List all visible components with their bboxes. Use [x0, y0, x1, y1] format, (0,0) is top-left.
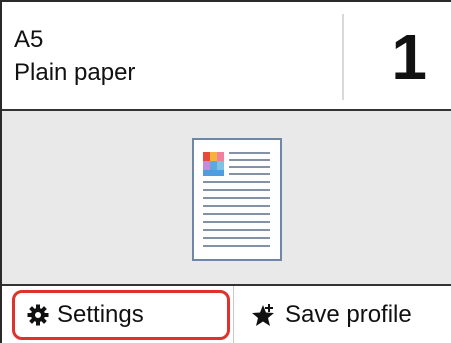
preview-area: [2, 111, 451, 284]
copy-screen: A5 Plain paper 1 Settings Save profile: [0, 0, 451, 343]
settings-button[interactable]: Settings: [12, 290, 230, 340]
settings-label: Settings: [57, 301, 144, 328]
star-add-icon: [252, 303, 274, 326]
paper-settings-header: A5 Plain paper 1: [2, 2, 451, 109]
paper-info[interactable]: A5 Plain paper: [14, 26, 135, 87]
copies-count[interactable]: 1: [344, 12, 451, 102]
save-profile-button[interactable]: Save profile: [234, 286, 451, 343]
paper-size: A5: [14, 26, 44, 53]
document-preview-icon[interactable]: [192, 138, 282, 261]
save-profile-label: Save profile: [285, 300, 412, 328]
paper-type: Plain paper: [14, 59, 136, 86]
action-bar: Settings Save profile: [2, 286, 451, 343]
gear-icon: [27, 304, 49, 326]
